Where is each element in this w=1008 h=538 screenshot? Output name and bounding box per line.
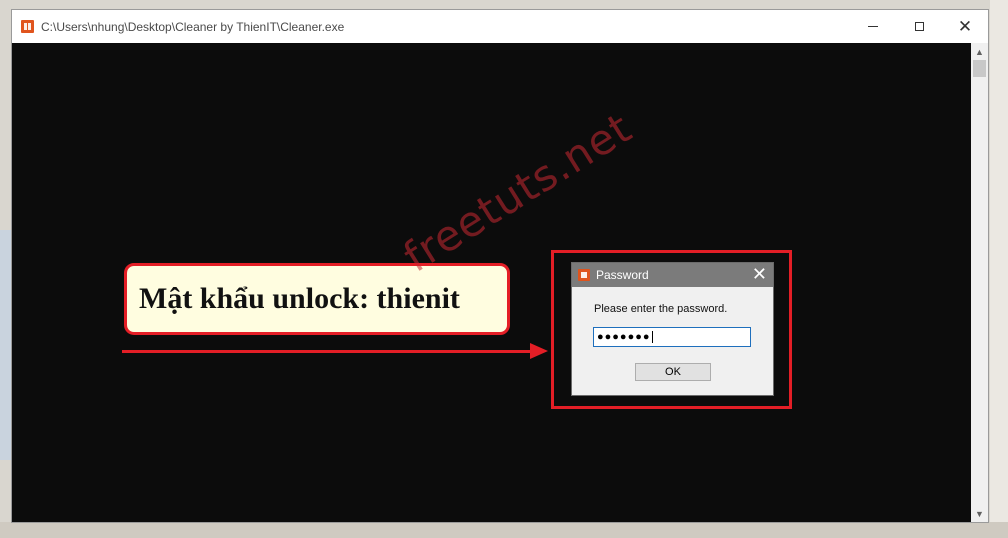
- scroll-up-icon[interactable]: ▲: [971, 43, 988, 60]
- minimize-button[interactable]: [850, 10, 896, 43]
- window-titlebar[interactable]: C:\Users\nhung\Desktop\Cleaner by ThienI…: [12, 10, 988, 43]
- window-title: C:\Users\nhung\Desktop\Cleaner by ThienI…: [41, 20, 345, 34]
- app-icon: [21, 20, 34, 33]
- vertical-scrollbar[interactable]: ▲ ▼: [971, 43, 988, 522]
- annotation-highlight-box: [551, 250, 792, 409]
- annotation-callout: Mật khẩu unlock: thienit: [124, 263, 510, 335]
- scroll-thumb[interactable]: [973, 60, 986, 77]
- callout-text: Mật khẩu unlock: thienit: [139, 282, 460, 315]
- maximize-icon: [914, 22, 924, 31]
- desktop-wallpaper-bottom: [0, 522, 1008, 538]
- scroll-down-icon[interactable]: ▼: [971, 505, 988, 522]
- close-icon: ✕: [957, 17, 973, 36]
- desktop-wallpaper-right: [990, 0, 1008, 538]
- maximize-button[interactable]: [896, 10, 942, 43]
- minimize-icon: [868, 26, 878, 27]
- annotation-arrow-head: [530, 343, 548, 359]
- close-button[interactable]: ✕: [942, 10, 988, 43]
- annotation-arrow-line: [122, 350, 534, 353]
